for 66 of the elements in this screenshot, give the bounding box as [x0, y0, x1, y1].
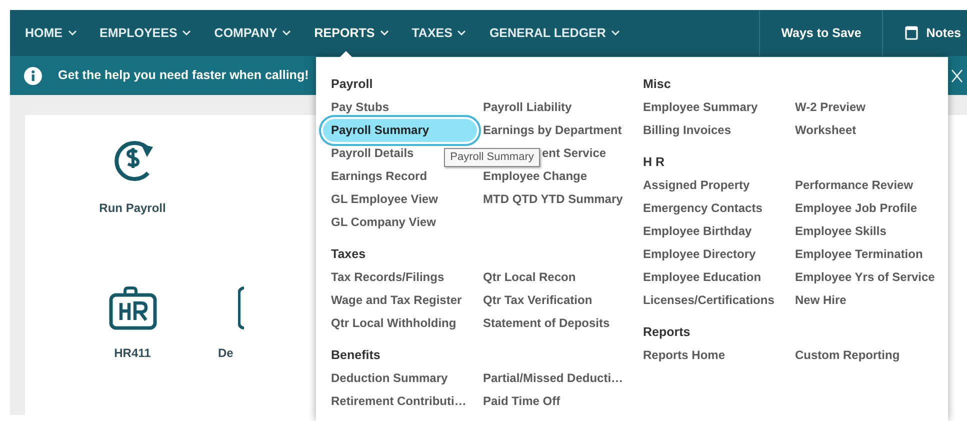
report-link[interactable]: Partial/Missed Deducti… [483, 367, 635, 390]
report-link[interactable]: Deduction Summary [331, 367, 483, 390]
nav-menu-item[interactable]: EMPLOYEES [100, 24, 192, 42]
report-link[interactable]: Employee Job Profile [795, 197, 947, 220]
report-link[interactable]: MTD QTD YTD Summary [483, 188, 635, 211]
tooltip: Payroll Summary [444, 148, 540, 167]
notebook-icon [905, 26, 918, 40]
section-heading: Taxes [331, 246, 367, 263]
report-link[interactable]: Employee Directory [643, 243, 795, 266]
report-link[interactable]: Employee Termination [795, 243, 947, 266]
report-link[interactable]: Assigned Property [643, 174, 795, 197]
notes-button[interactable]: Notes [883, 10, 967, 56]
report-link[interactable]: Earnings Record [331, 165, 483, 188]
caret-icon [457, 30, 466, 36]
banner-text: Get the help you need faster when calling! [58, 67, 309, 84]
section-heading: Reports [643, 324, 692, 341]
report-link[interactable]: Tax Records/Filings [331, 266, 483, 289]
hr-briefcase-icon [108, 286, 156, 330]
report-link[interactable]: Payroll Liability [483, 96, 635, 119]
report-link[interactable]: Emergency Contacts [643, 197, 795, 220]
report-link[interactable]: Paid Time Off [483, 390, 635, 413]
caret-icon [380, 30, 389, 36]
report-link[interactable]: Pay Stubs [331, 96, 483, 119]
report-link[interactable]: Earnings by Department [483, 119, 635, 142]
report-link[interactable]: Qtr Local Recon [483, 266, 635, 289]
nav-menu-item[interactable]: TAXES [412, 24, 466, 42]
report-link[interactable]: Performance Review [795, 174, 947, 197]
nav-menu-item[interactable]: HOME [25, 24, 76, 42]
report-link[interactable]: New Hire [795, 289, 947, 312]
tile-icon [238, 286, 244, 330]
report-link[interactable]: Billing Invoices [643, 119, 795, 142]
report-link[interactable]: Reports Home [643, 344, 795, 367]
section-heading: Benefits [331, 347, 382, 364]
report-link[interactable]: GL Company View [331, 211, 483, 234]
info-icon [24, 66, 42, 84]
close-icon[interactable] [951, 68, 963, 82]
tile-label[interactable]: De [218, 344, 234, 362]
report-link[interactable]: Employee Birthday [643, 220, 795, 243]
report-link[interactable]: Payroll Summary [323, 119, 477, 142]
caret-icon [282, 30, 292, 36]
caret-icon [68, 30, 76, 36]
nav-menu-item[interactable]: REPORTS [314, 24, 389, 42]
report-link[interactable]: Employee Skills [795, 220, 947, 243]
tile-label[interactable]: Run Payroll [99, 199, 166, 217]
nav-menu-item[interactable]: COMPANY [214, 24, 292, 42]
report-link[interactable]: Employee Yrs of Service [795, 266, 947, 289]
caret-icon [610, 30, 620, 36]
section-heading: H R [643, 154, 666, 171]
report-link[interactable]: Wage and Tax Register [331, 289, 483, 312]
report-link[interactable]: Worksheet [795, 119, 947, 142]
report-link[interactable]: Qtr Tax Verification [483, 289, 635, 312]
report-link[interactable]: Employee Education [643, 266, 795, 289]
report-link[interactable]: Custom Reporting [795, 344, 947, 367]
report-link[interactable]: Employee Summary [643, 96, 795, 119]
report-link[interactable]: Retirement Contributi… [331, 390, 483, 413]
section-heading: Payroll [331, 76, 374, 93]
caret-icon [182, 30, 192, 36]
tile-label[interactable]: HR411 [114, 344, 151, 362]
report-link[interactable]: Licenses/Certifications [643, 289, 795, 312]
report-link[interactable]: Qtr Local Withholding [331, 312, 483, 335]
section-heading: Misc [643, 76, 672, 93]
report-link[interactable]: W-2 Preview [795, 96, 947, 119]
report-link[interactable]: GL Employee View [331, 188, 483, 211]
report-link[interactable]: Employee Change [483, 165, 635, 188]
nav-menu-item[interactable]: GENERAL LEDGER [489, 24, 620, 42]
report-link[interactable]: Statement of Deposits [483, 312, 635, 335]
